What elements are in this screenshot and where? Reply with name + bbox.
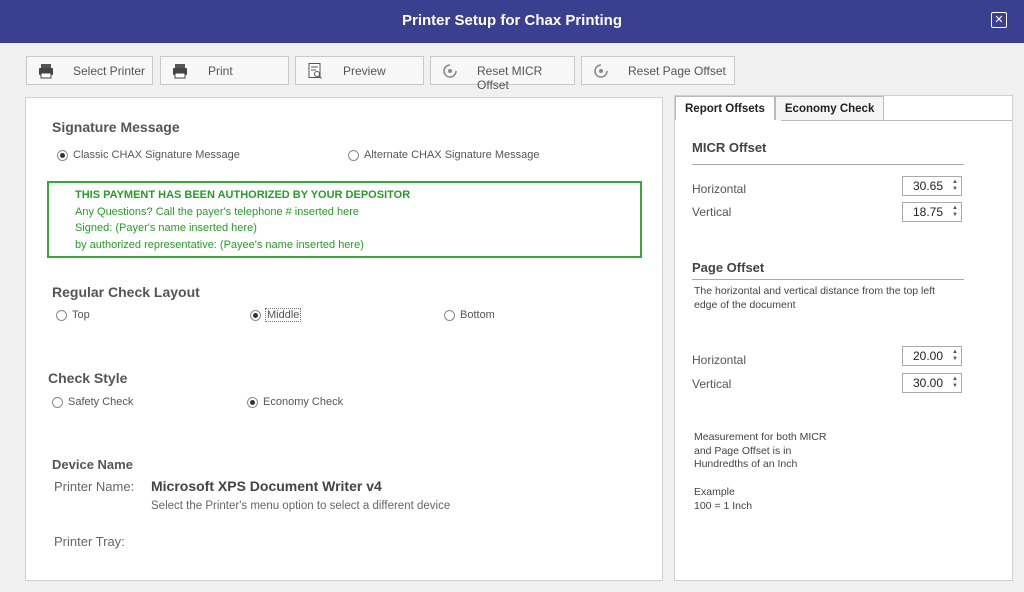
signature-heading: Signature Message [52,119,180,135]
close-icon[interactable]: ✕ [991,12,1007,28]
radio-dot [348,149,359,161]
select-printer-label: Select Printer [73,64,146,78]
description-line: edge of the document [694,298,796,311]
printer-name-value: Microsoft XPS Document Writer v4 [151,478,382,494]
example-note: Example 100 = 1 Inch [694,486,752,513]
divider [692,164,964,165]
spin-arrows-icon[interactable]: ▲ ▼ [949,347,961,365]
signature-line-4: by authorized representative: (Payee's n… [75,238,364,251]
divider [692,279,964,280]
window-title: Printer Setup for Chax Printing [401,12,623,29]
printer-hint: Select the Printer's menu option to sele… [151,500,451,512]
measurement-note: Measurement for both MICR and Page Offse… [694,431,826,472]
note-line: Measurement for both MICR [694,431,827,443]
radio-classic-signature[interactable]: Classic CHAX Signature Message [57,149,240,161]
page-vertical-label: Vertical [692,377,732,391]
radio-dot [56,309,67,321]
signature-line-3: Signed: (Payer's name inserted here) [75,222,257,234]
reset-page-label: Reset Page Offset [628,64,726,78]
printer-name-label: Printer Name: [54,479,135,494]
note-line: 100 = 1 Inch [694,499,753,512]
micr-vertical-stepper[interactable]: 18.75 ▲ ▼ [902,202,962,222]
device-heading: Device Name [52,457,133,472]
radio-dot [52,396,63,408]
offsets-panel: Report Offsets Economy Check MICR Offset… [674,95,1013,581]
reset-micr-offset-button[interactable]: Reset MICR Offset [430,56,575,92]
radio-label: Economy Check [263,396,344,408]
layout-heading: Regular Check Layout [52,284,200,300]
offset-tabs: Report Offsets Economy Check [675,96,885,120]
tab-divider [781,120,1012,121]
radio-layout-bottom[interactable]: Bottom [444,309,495,321]
toolbar: Select Printer Print Preview Reset MICR … [0,43,1024,95]
page-vertical-value: 30.00 [912,376,943,390]
print-button[interactable]: Print [160,56,289,85]
reset-page-offset-button[interactable]: Reset Page Offset [581,56,735,85]
spin-arrows-icon[interactable]: ▲ ▼ [949,374,961,392]
title-bar: Printer Setup for Chax Printing ✕ [0,0,1024,43]
tab-report-offsets[interactable]: Report Offsets [675,96,775,120]
radio-dot [57,149,68,161]
reset-icon [443,64,457,78]
tab-economy-check[interactable]: Economy Check [774,96,885,120]
micr-vertical-value: 18.75 [912,205,943,219]
print-label: Print [208,64,233,78]
note-line: Example [694,486,735,498]
micr-horizontal-value: 30.65 [912,179,943,193]
radio-layout-top[interactable]: Top [56,309,90,321]
note-line: Hundredths of an Inch [694,458,798,470]
reset-icon [594,64,608,78]
page-offset-heading: Page Offset [692,260,765,275]
note-line: and Page Offset is in [694,444,792,457]
spin-arrows-icon[interactable]: ▲ ▼ [949,203,961,221]
radio-economy-check[interactable]: Economy Check [247,396,343,408]
radio-dot [250,309,261,321]
radio-alternate-signature[interactable]: Alternate CHAX Signature Message [348,149,539,161]
radio-label: Bottom [460,309,495,321]
radio-label: Alternate CHAX Signature Message [364,149,540,161]
signature-line-1: THIS PAYMENT HAS BEEN AUTHORIZED BY YOUR… [75,189,411,201]
radio-safety-check[interactable]: Safety Check [52,396,133,408]
page-horizontal-value: 20.00 [912,349,943,363]
micr-offset-heading: MICR Offset [692,140,767,155]
radio-layout-middle[interactable]: Middle [250,308,302,322]
preview-button[interactable]: Preview [295,56,424,85]
spin-arrows-icon[interactable]: ▲ ▼ [949,177,961,195]
description-line: The horizontal and vertical distance fro… [694,285,936,297]
main-settings-panel: Signature Message Classic CHAX Signature… [25,97,663,581]
radio-dot [444,309,455,321]
radio-dot [247,396,258,408]
micr-horizontal-stepper[interactable]: 30.65 ▲ ▼ [902,176,962,196]
preview-label: Preview [343,64,386,78]
micr-horizontal-label: Horizontal [692,182,747,196]
select-printer-button[interactable]: Select Printer [26,56,153,85]
reset-micr-label: Reset MICR Offset [477,64,543,92]
radio-label: Classic CHAX Signature Message [73,149,240,161]
printer-tray-label: Printer Tray: [54,534,125,549]
signature-preview-box: THIS PAYMENT HAS BEEN AUTHORIZED BY YOUR… [47,181,642,258]
style-heading: Check Style [48,370,128,386]
page-horizontal-stepper[interactable]: 20.00 ▲ ▼ [902,346,962,366]
printer-icon [173,64,187,79]
document-preview-icon [308,63,322,79]
radio-label: Safety Check [68,396,134,408]
page-offset-description: The horizontal and vertical distance fro… [694,285,935,312]
radio-label: Top [72,309,90,321]
page-vertical-stepper[interactable]: 30.00 ▲ ▼ [902,373,962,393]
printer-icon [39,64,53,79]
signature-line-2: Any Questions? Call the payer's telephon… [75,205,359,218]
micr-vertical-label: Vertical [692,205,732,219]
page-horizontal-label: Horizontal [692,353,747,367]
radio-label: Middle [264,308,302,322]
